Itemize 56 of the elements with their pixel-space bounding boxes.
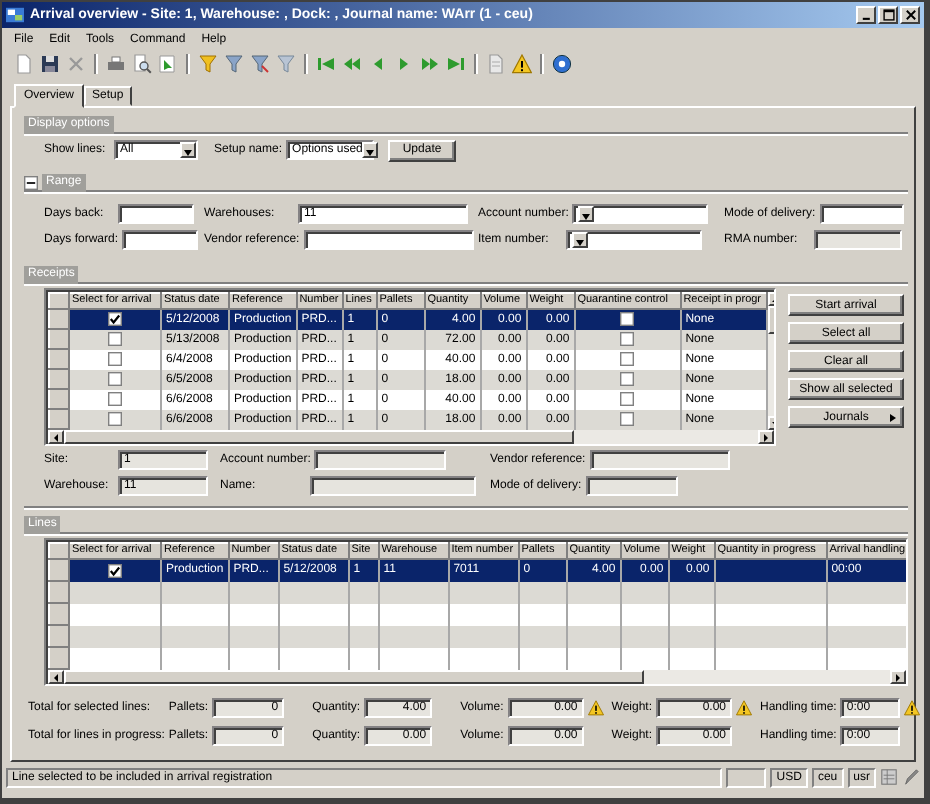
scroll-right-button[interactable] (758, 430, 774, 444)
checkbox[interactable] (108, 372, 122, 386)
minimize-button[interactable] (856, 6, 876, 24)
input-field[interactable] (122, 230, 199, 250)
grid-corner (49, 543, 69, 559)
print-preview-icon[interactable] (132, 54, 152, 74)
help-icon[interactable] (552, 54, 572, 74)
horizontal-scrollbar[interactable] (48, 670, 906, 684)
checkbox[interactable] (108, 352, 122, 366)
app-icon (6, 6, 24, 24)
checkbox[interactable] (620, 312, 635, 327)
scrollbar-thumb[interactable] (64, 430, 574, 444)
row-selector[interactable] (49, 559, 69, 581)
checkbox[interactable] (108, 412, 122, 426)
dropdown-field[interactable] (572, 204, 709, 224)
close-button[interactable] (900, 6, 920, 24)
scroll-right-button[interactable] (890, 670, 906, 684)
scroll-left-button[interactable] (48, 430, 64, 444)
caret-icon[interactable] (180, 142, 196, 158)
input-field[interactable] (118, 204, 194, 224)
checkbox[interactable] (108, 332, 122, 346)
checkbox[interactable] (620, 332, 635, 346)
checkbox[interactable] (620, 352, 635, 366)
input-field[interactable] (819, 204, 904, 224)
input-field[interactable] (303, 230, 474, 250)
checkbox[interactable] (620, 392, 635, 406)
save-icon[interactable] (40, 54, 60, 74)
last-record-icon[interactable] (446, 54, 466, 74)
warning-icon[interactable] (512, 54, 532, 74)
pointer-icon[interactable] (158, 54, 178, 74)
checkbox[interactable] (108, 563, 122, 578)
warning-icon (736, 700, 752, 716)
dropdown-field[interactable] (566, 230, 702, 250)
next-page-icon[interactable] (420, 54, 440, 74)
checkbox[interactable] (620, 372, 635, 386)
close-icon (903, 8, 917, 22)
scrollbar-thumb[interactable] (64, 670, 644, 684)
print-icon[interactable] (106, 54, 126, 74)
horizontal-scrollbar[interactable] (48, 430, 774, 444)
previous-page-icon[interactable] (342, 54, 362, 74)
warning-icon (587, 700, 604, 716)
grid-corner (49, 293, 69, 309)
pen-icon[interactable] (902, 768, 920, 786)
filter-icon[interactable] (250, 54, 270, 74)
maximize-button[interactable] (878, 6, 898, 24)
checkbox[interactable] (108, 392, 122, 406)
scroll-left-button[interactable] (48, 670, 64, 684)
maximize-icon (881, 8, 895, 22)
collapse-icon[interactable] (24, 175, 38, 189)
caret-icon[interactable] (362, 142, 379, 158)
checkbox[interactable] (620, 412, 635, 426)
checkbox[interactable] (108, 312, 122, 327)
warning-icon (904, 700, 921, 716)
first-record-icon[interactable] (316, 54, 336, 74)
status-panel (726, 767, 767, 787)
submenu-arrow-icon (890, 414, 896, 422)
